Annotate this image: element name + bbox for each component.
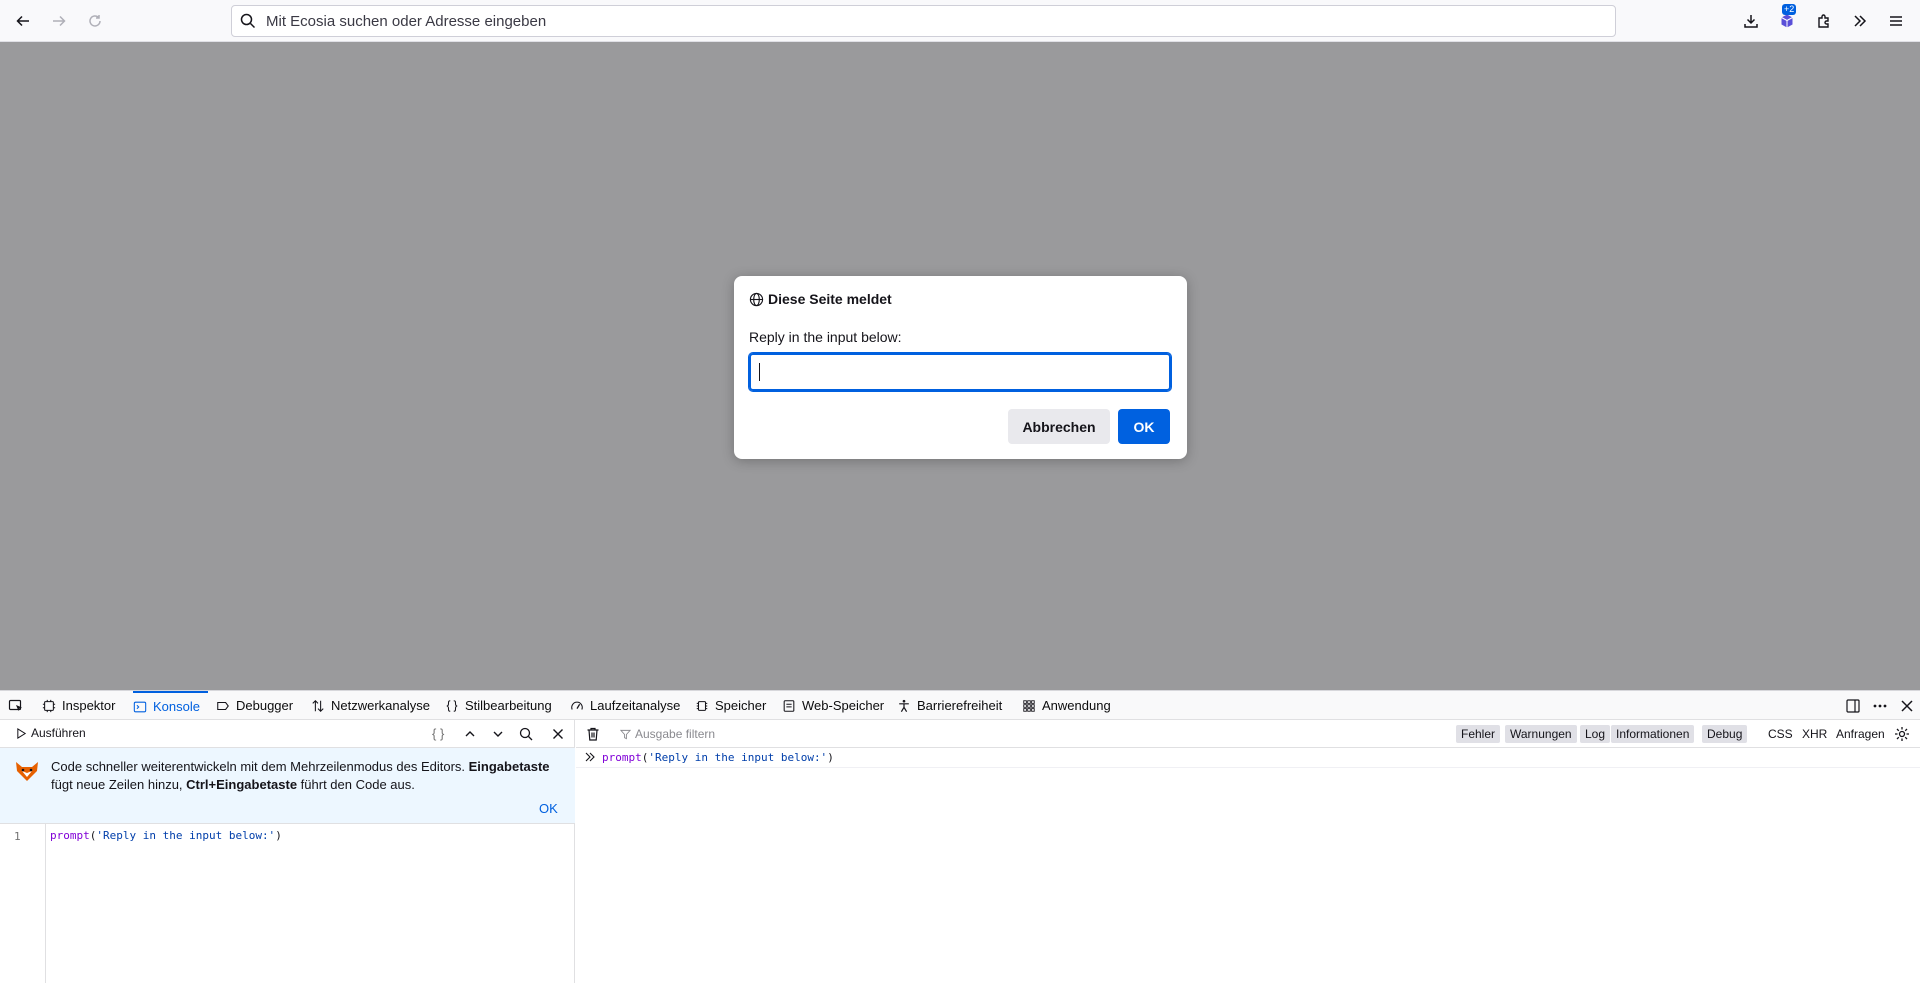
console-output-pane: Ausgabe filtern Fehler Warnungen Log Inf… [576,720,1920,983]
browser-toolbar: Mit Ecosia suchen oder Adresse eingeben … [0,0,1920,42]
reverse-search-icon[interactable] [519,727,533,741]
tab-debugger[interactable]: Debugger [216,691,293,720]
firefox-fox-icon [16,762,38,781]
console-input-echo: prompt('Reply in the input below:') [602,751,834,764]
filter-icon [620,729,631,739]
input-chevron-icon [585,752,595,762]
reload-icon [89,15,101,27]
notice-text: Code schneller weiterentwickeln mit dem … [51,759,550,792]
pretty-print-button[interactable]: { } [432,726,444,741]
run-button[interactable]: Ausführen [16,726,86,740]
chevron-down-icon[interactable] [491,727,505,741]
filter-css[interactable]: CSS [1763,725,1798,743]
style-editor-icon [446,699,458,712]
app-menu-button[interactable] [1881,6,1911,36]
reload-button[interactable] [80,6,110,36]
dialog-title-text: Diese Seite meldet [768,291,892,307]
arrow-left-icon [16,15,29,27]
editor-toolbar: Ausführen { } [0,720,575,748]
tab-netzwerkanalyse[interactable]: Netzwerkanalyse [311,691,430,720]
console-editor-pane: Ausführen { } Code schneller weiterentwi… [0,720,575,983]
tab-anwendung[interactable]: Anwendung [1022,691,1111,720]
close-editor-icon[interactable] [551,727,565,741]
back-button[interactable] [8,6,38,36]
extension-badge: +2 [1782,4,1797,15]
url-bar[interactable]: Mit Ecosia suchen oder Adresse eingeben [231,5,1616,37]
more-options-icon[interactable] [1872,698,1888,714]
extensions-menu-button[interactable] [1809,6,1839,36]
filter-log[interactable]: Log [1580,725,1611,743]
ok-button[interactable]: OK [1118,409,1170,444]
dock-side-icon[interactable] [1845,698,1861,714]
application-icon [1023,699,1035,712]
dialog-message: Reply in the input below: [749,329,902,345]
filter-informationen[interactable]: Informationen [1611,725,1695,743]
line-number: 1 [14,830,21,843]
console-message-row: prompt('Reply in the input below:') [576,748,1920,768]
network-icon [312,699,324,712]
notice-ok-button[interactable]: OK [539,801,558,816]
filter-debug[interactable]: Debug [1702,725,1748,743]
chevron-double-right-icon [1854,15,1867,27]
inspector-icon [42,699,56,712]
prompt-input[interactable] [748,352,1172,392]
editor-gutter: 1 [0,824,46,983]
settings-gear-icon[interactable] [1894,726,1910,742]
hamburger-menu-icon [1890,16,1902,26]
output-toolbar: Ausgabe filtern Fehler Warnungen Log Inf… [576,720,1920,748]
devtools-tabbar: Inspektor Konsole Debugger Netzwerkanaly… [0,691,1920,720]
editor-onboarding-notice: Code schneller weiterentwickeln mit dem … [0,748,575,824]
tab-inspektor[interactable]: Inspektor [42,691,115,720]
play-icon [17,727,27,739]
performance-icon [571,701,583,710]
accessibility-icon [899,699,909,712]
download-icon [1744,15,1758,28]
output-filter-input[interactable]: Ausgabe filtern [620,727,715,741]
cancel-button[interactable]: Abbrechen [1008,409,1110,444]
console-icon [133,701,147,712]
element-picker-icon[interactable] [8,698,24,714]
url-placeholder: Mit Ecosia suchen oder Adresse eingeben [266,12,547,30]
close-devtools-icon[interactable] [1899,698,1915,714]
debugger-icon [217,701,229,710]
tab-stilbearbeitung[interactable]: Stilbearbeitung [445,691,552,720]
prompt-dialog: Diese Seite meldet Reply in the input be… [734,276,1187,459]
chevron-up-icon[interactable] [463,727,477,741]
arrow-right-icon [53,15,66,27]
extension-button[interactable]: +2 [1772,4,1802,36]
globe-icon [749,292,764,306]
tab-barrierefreiheit[interactable]: Barrierefreiheit [897,691,1002,720]
filter-warnungen[interactable]: Warnungen [1505,725,1577,743]
filter-fehler[interactable]: Fehler [1456,725,1501,743]
downloads-button[interactable] [1736,6,1766,36]
puzzle-icon [1818,14,1829,28]
dialog-title: Diese Seite meldet [749,291,892,307]
tab-konsole[interactable]: Konsole [133,691,208,720]
filter-anfragen[interactable]: Anfragen [1831,725,1890,743]
trash-icon[interactable] [585,726,601,742]
storage-icon [783,699,795,712]
filter-xhr[interactable]: XHR [1797,725,1832,743]
tab-laufzeitanalyse[interactable]: Laufzeitanalyse [570,691,680,720]
search-icon [240,13,256,29]
editor-code-line[interactable]: prompt('Reply in the input below:') [50,829,282,842]
page-content-overlay: Diese Seite meldet Reply in the input be… [0,42,1920,690]
overflow-button[interactable] [1845,6,1875,36]
forward-button[interactable] [44,6,74,36]
extension-cube-icon [1781,14,1793,28]
tab-speicher[interactable]: Speicher [695,691,766,720]
tab-web-speicher[interactable]: Web-Speicher [782,691,884,720]
memory-icon [696,700,708,711]
text-caret [759,363,760,381]
devtools-panel: Inspektor Konsole Debugger Netzwerkanaly… [0,690,1920,983]
